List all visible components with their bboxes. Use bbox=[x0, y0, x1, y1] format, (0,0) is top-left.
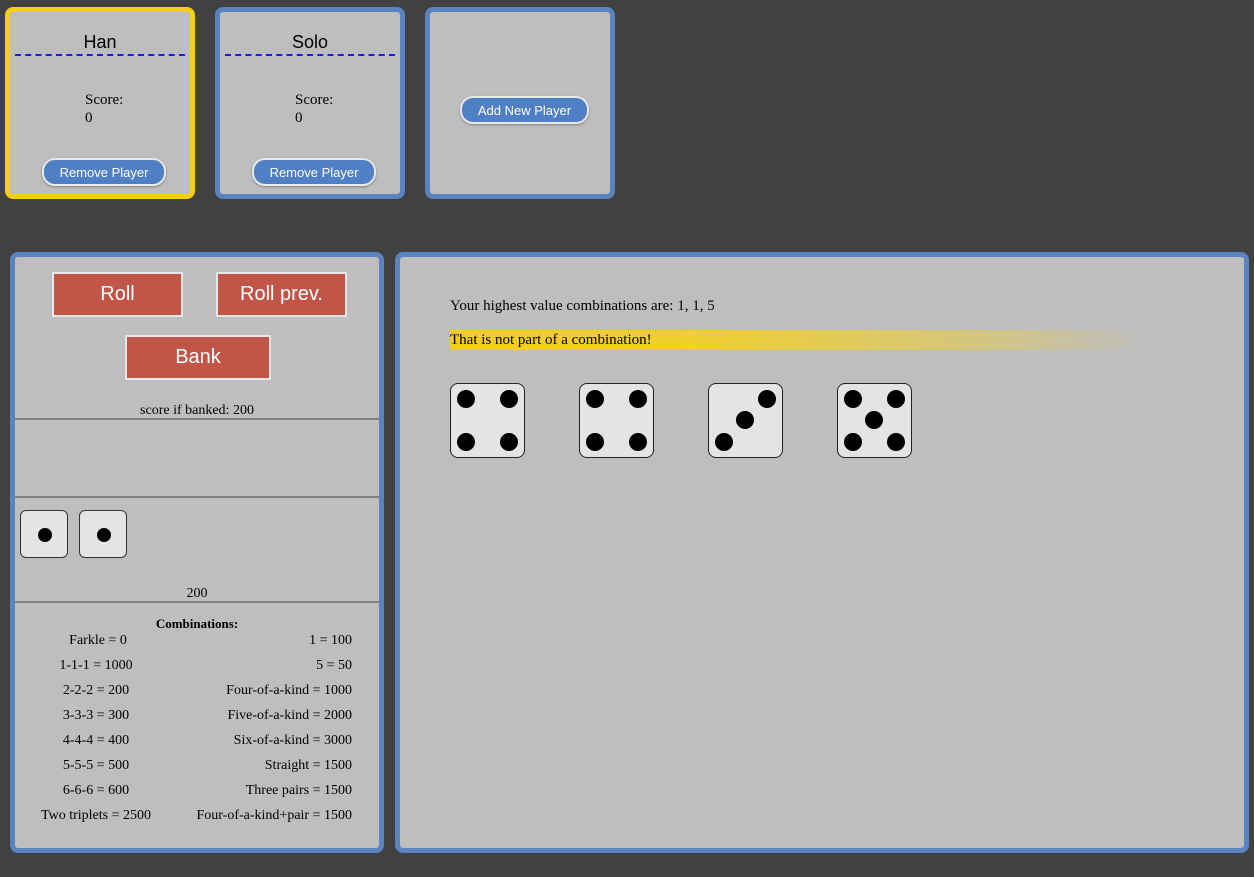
pip bbox=[629, 390, 647, 408]
pip bbox=[844, 390, 862, 408]
pip bbox=[865, 411, 883, 429]
die[interactable] bbox=[837, 383, 912, 458]
score-value: 0 bbox=[85, 110, 93, 126]
add-new-player-button[interactable]: Add New Player bbox=[460, 96, 589, 124]
combination-item: Six-of-a-kind = 3000 bbox=[233, 733, 352, 748]
pip bbox=[736, 411, 754, 429]
set-aside-total: 200 bbox=[186, 586, 208, 601]
pip bbox=[500, 433, 518, 451]
score-label: Score: bbox=[295, 92, 334, 108]
die[interactable] bbox=[579, 383, 654, 458]
player-name: Solo bbox=[225, 32, 395, 56]
pip bbox=[758, 390, 776, 408]
pip bbox=[629, 433, 647, 451]
score-label: Score: bbox=[85, 92, 124, 108]
set-aside-die[interactable] bbox=[20, 510, 68, 558]
roll-prev-button[interactable]: Roll prev. bbox=[216, 272, 347, 317]
player-card-solo: Solo Score: 0 Remove Player bbox=[215, 7, 405, 199]
dice-panel: Your highest value combinations are: 1, … bbox=[395, 252, 1249, 853]
pip bbox=[457, 433, 475, 451]
combinations-title: Combinations: bbox=[155, 616, 239, 631]
combination-item: 5 = 50 bbox=[316, 658, 352, 673]
held-dice-area bbox=[15, 420, 379, 496]
pip bbox=[500, 390, 518, 408]
pip bbox=[586, 433, 604, 451]
divider bbox=[15, 496, 379, 498]
die[interactable] bbox=[450, 383, 525, 458]
remove-player-button[interactable]: Remove Player bbox=[252, 158, 376, 186]
add-player-card: Add New Player bbox=[425, 7, 615, 199]
score-value: 0 bbox=[295, 110, 303, 126]
control-panel: Roll Roll prev. Bank score if banked: 20… bbox=[10, 252, 384, 853]
pip bbox=[887, 390, 905, 408]
pip bbox=[457, 390, 475, 408]
combination-item: 1 = 100 bbox=[309, 633, 352, 648]
roll-button[interactable]: Roll bbox=[52, 272, 183, 317]
set-aside-die[interactable] bbox=[79, 510, 127, 558]
pip bbox=[715, 433, 733, 451]
pip bbox=[844, 433, 862, 451]
combination-item: Three pairs = 1500 bbox=[245, 783, 352, 798]
error-message: That is not part of a combination! bbox=[450, 330, 1145, 350]
combination-item: Five-of-a-kind = 2000 bbox=[227, 708, 352, 723]
pip bbox=[38, 528, 52, 542]
pip bbox=[97, 528, 111, 542]
pip bbox=[586, 390, 604, 408]
divider bbox=[15, 601, 379, 603]
score-if-banked: score if banked: 200 bbox=[140, 403, 254, 418]
highest-combinations-text: Your highest value combinations are: 1, … bbox=[450, 298, 715, 314]
bank-button[interactable]: Bank bbox=[125, 335, 271, 380]
pip bbox=[887, 433, 905, 451]
remove-player-button[interactable]: Remove Player bbox=[42, 158, 166, 186]
die[interactable] bbox=[708, 383, 783, 458]
combination-item: Four-of-a-kind+pair = 1500 bbox=[196, 808, 352, 823]
combination-item: Four-of-a-kind = 1000 bbox=[226, 683, 352, 698]
combination-item: Straight = 1500 bbox=[264, 758, 352, 773]
player-name: Han bbox=[15, 32, 185, 56]
player-card-han: Han Score: 0 Remove Player bbox=[5, 7, 195, 199]
